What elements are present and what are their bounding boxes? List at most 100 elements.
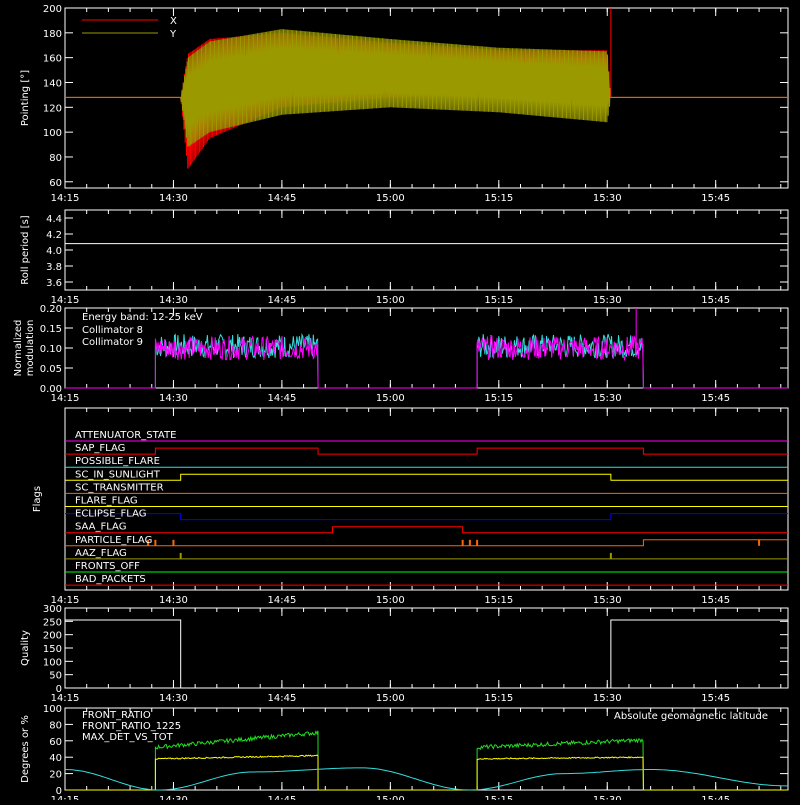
roll-xtick-label: 15:30 [593, 295, 622, 306]
geomag-ytick-label: 60 [49, 737, 62, 748]
flag-line-sc-in-sunlight [65, 473, 788, 481]
pointing-xtick-label: 15:00 [376, 193, 405, 204]
rhessi-quicklook-figure: 14:15 14:30 14:45 15:00 15:15 15:30 15:45 60 80 1… [0, 0, 800, 805]
pointing-ytick-label: 60 [49, 178, 62, 189]
geomag-ytick-label: 100 [43, 704, 62, 715]
quality-xtick-label: 15:45 [701, 693, 730, 704]
geomag-ytick-label: 20 [49, 770, 62, 781]
pointing-ytick-label: 80 [49, 153, 62, 164]
quality-ytick-label: 250 [43, 617, 62, 628]
flag-line-saa-flag [65, 526, 788, 534]
quality-xtick-label: 14:45 [267, 693, 296, 704]
geomag-xtick-label: 15:45 [701, 795, 730, 800]
pointing-xtick-label: 15:45 [701, 193, 730, 204]
modulation-xtick-label: 15:00 [376, 393, 405, 404]
flags-xtick-label: 15:30 [593, 595, 622, 606]
modulation-xtick-label: 14:45 [267, 393, 296, 404]
flag-label-sc-in-sunlight: SC_IN_SUNLIGHT [75, 469, 161, 480]
flags-xtick-label: 14:30 [159, 595, 188, 606]
geomag-ylabel: Degrees or % [20, 715, 31, 783]
quality-ylabel: Quality [20, 630, 31, 666]
pointing-legend-label-y: Y [169, 29, 177, 40]
pointing-ytick-label: 140 [43, 78, 62, 89]
modulation-xtick-label: 15:45 [701, 393, 730, 404]
geomag-xtick-label: 14:30 [159, 795, 188, 800]
quality-ytick-label: 200 [43, 631, 62, 642]
roll-ytick-label: 4.0 [46, 246, 62, 257]
modulation-xtick-label: 15:15 [484, 393, 513, 404]
pointing-ytick-label: 180 [43, 29, 62, 40]
pointing-ytick-label: 100 [43, 128, 62, 139]
modulation-legend-label-1: Collimator 9 [82, 337, 143, 348]
modulation-legend-label-0: Collimator 8 [82, 325, 143, 336]
quality-series-line [65, 619, 788, 689]
pointing-series-group [65, 29, 788, 169]
quality-xtick-label: 14:30 [159, 693, 188, 704]
pointing-series-y [65, 29, 788, 147]
pointing-xtick-label: 15:15 [484, 193, 513, 204]
quality-ytick-label: 0 [56, 684, 62, 695]
pointing-ytick-label: 160 [43, 54, 62, 65]
modulation-ytick-label: 0.20 [40, 304, 62, 315]
flag-label-possible-flare: POSSIBLE_FLARE [75, 456, 160, 467]
flags-ylabel: Flags [32, 486, 43, 512]
pointing-xtick-label: 15:30 [593, 193, 622, 204]
geomag-series-front-ratio-1225 [65, 730, 788, 791]
quality-xtick-label: 15:30 [593, 693, 622, 704]
pointing-xtick-label: 14:15 [51, 193, 80, 204]
geomag-legend-label-2: MAX_DET_VS_TOT [82, 732, 174, 743]
modulation-series-collimator-8 [65, 332, 788, 389]
quality-ytick-label: 300 [43, 604, 62, 615]
flag-line-sap-flag [65, 447, 788, 455]
flag-label-sc-transmitter: SC_TRANSMITTER [75, 482, 164, 493]
flag-label-bad-packets: BAD_PACKETS [75, 574, 146, 585]
modulation-ytick-label: 0.00 [40, 384, 62, 395]
geomag-xtick-label: 15:30 [593, 795, 622, 800]
geomag-ytick-label: 0 [56, 786, 62, 797]
modulation-energy-band-label: Energy band: 12-25 keV [82, 312, 203, 323]
modulation-ytick-label: 0.15 [40, 324, 62, 335]
flag-label-sap-flag: SAP_FLAG [75, 443, 125, 454]
pointing-ytick-label: 200 [43, 4, 62, 15]
quality-ytick-label: 50 [49, 671, 62, 682]
pointing-xtick-label: 14:45 [267, 193, 296, 204]
flags-xtick-label: 15:45 [701, 595, 730, 606]
modulation-ytick-label: 0.10 [40, 344, 62, 355]
roll-ytick-label: 4.2 [46, 230, 62, 241]
flag-label-fronts-off: FRONTS_OFF [75, 561, 140, 572]
flag-label-saa-flag: SAA_FLAG [75, 522, 126, 533]
geomag-ytick-label: 80 [49, 720, 62, 731]
quality-ytick-label: 100 [43, 657, 62, 668]
flag-label-eclipse-flag: ECLIPSE_FLAG [75, 509, 146, 520]
flag-label-flare-flag: FLARE_FLAG [75, 496, 138, 507]
geomag-legend-label-0: FRONT_RATIO [82, 710, 151, 721]
roll-xtick-label: 15:15 [484, 295, 513, 306]
roll-xtick-label: 14:45 [267, 295, 296, 306]
geomag-xtick-label: 15:15 [484, 795, 513, 800]
flags-xtick-label: 14:45 [267, 595, 296, 606]
modulation-ytick-label: 0.05 [40, 364, 62, 375]
roll-ytick-label: 3.6 [46, 278, 62, 289]
quality-xtick-label: 15:00 [376, 693, 405, 704]
roll-xtick-label: 15:00 [376, 295, 405, 306]
pointing-legend-label-x: X [170, 16, 177, 27]
pointing-xtick-label: 14:30 [159, 193, 188, 204]
figure-svg: 14:15 14:30 14:45 15:00 15:15 15:30 15:45 60 80 1… [13, 4, 789, 805]
roll-xtick-label: 15:45 [701, 295, 730, 306]
modulation-xtick-label: 14:30 [159, 393, 188, 404]
geomag-latitude-label: Absolute geomagnetic latitude [614, 711, 768, 722]
geomag-legend-label-1: FRONT_RATIO_1225 [82, 721, 181, 732]
modulation-ylabel: Normalizedmodulation [13, 320, 36, 377]
flag-label-aaz-flag: AAZ_FLAG [75, 548, 127, 559]
geomag-ytick-label: 40 [49, 753, 62, 764]
roll-ytick-label: 4.4 [46, 214, 62, 225]
quality-xtick-label: 15:15 [484, 693, 513, 704]
quality-ytick-label: 150 [43, 644, 62, 655]
flag-label-particle-flag: PARTICLE_FLAG [75, 535, 152, 546]
roll-xtick-label: 14:30 [159, 295, 188, 306]
geomag-xtick-label: 14:45 [267, 795, 296, 800]
geomag-xtick-label: 15:00 [376, 795, 405, 800]
roll-frame [64, 209, 789, 291]
flag-line-eclipse-flag [65, 513, 788, 521]
pointing-ylabel: Pointing [°] [20, 70, 31, 126]
